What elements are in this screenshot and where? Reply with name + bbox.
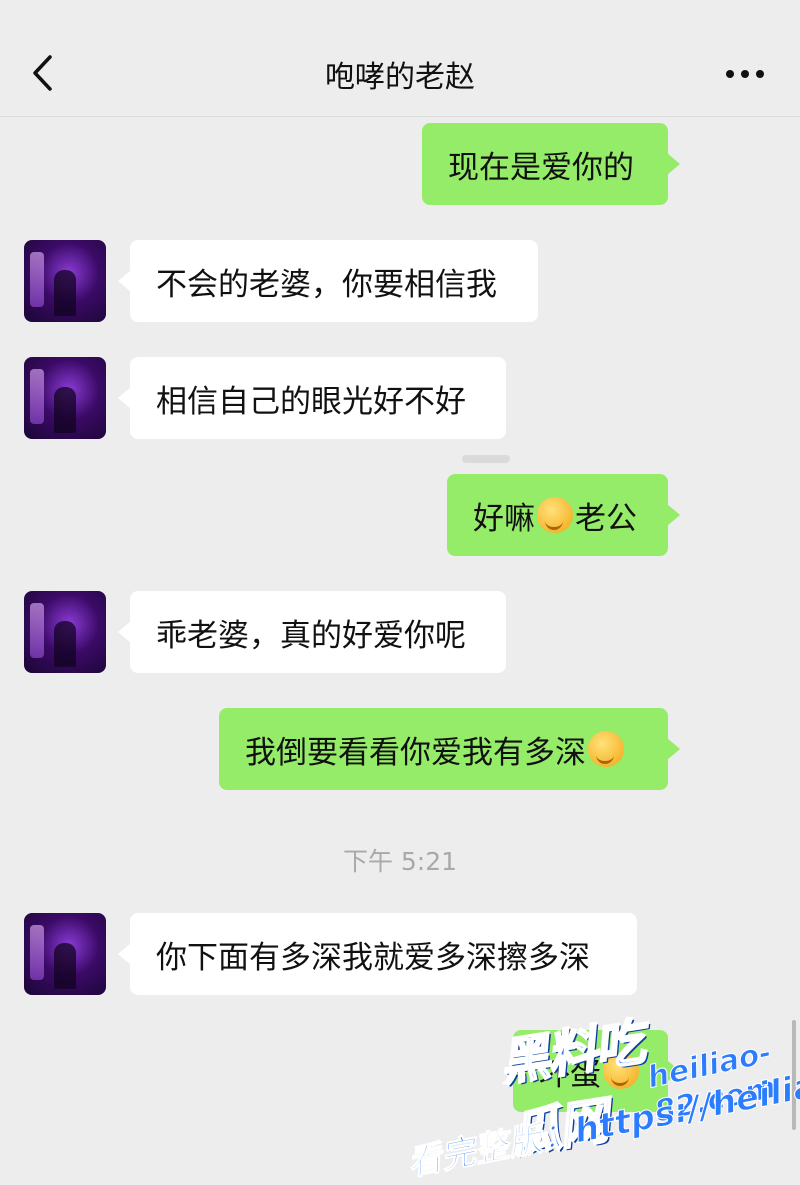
message-bubble-incoming[interactable]: 乖老婆，真的好爱你呢 (118, 591, 506, 673)
message-bubble-outgoing[interactable]: 现在是爱你的 (422, 123, 680, 205)
message-text: 老公 (575, 500, 637, 537)
more-button[interactable] (720, 60, 770, 88)
message-bubble-incoming[interactable]: 你下面有多深我就爱多深擦多深 (118, 913, 637, 995)
chat-title: 咆哮的老赵 (325, 60, 475, 95)
contact-avatar[interactable] (24, 240, 106, 322)
contact-avatar[interactable] (24, 357, 106, 439)
more-horizontal-icon (726, 70, 764, 78)
chat-header: 咆哮的老赵 (0, 0, 800, 117)
divider-pill (462, 455, 510, 463)
message-timestamp: 下午 5:21 (342, 847, 458, 876)
message-text: 你下面有多深我就爱多深擦多深 (156, 939, 590, 976)
message-bubble-incoming[interactable]: 不会的老婆，你要相信我 (118, 240, 538, 322)
message-text: 我倒要看看你爱我有多深 (245, 734, 586, 771)
message-text: 好嘛 (473, 500, 535, 537)
message-text: 现在是爱你的 (448, 149, 634, 186)
message-bubble-outgoing[interactable]: 好嘛 老公 (447, 474, 680, 556)
contact-avatar[interactable] (24, 591, 106, 673)
thinking-face-emoji-icon (537, 497, 573, 533)
message-text: 乖老婆，真的好爱你呢 (156, 617, 466, 654)
message-text: 不会的老婆，你要相信我 (156, 266, 497, 303)
message-bubble-outgoing[interactable]: 我倒要看看你爱我有多深 (219, 708, 680, 790)
thinking-face-emoji-icon (588, 731, 624, 767)
message-text: 相信自己的眼光好不好 (156, 383, 466, 420)
message-bubble-incoming[interactable]: 相信自己的眼光好不好 (118, 357, 506, 439)
contact-avatar[interactable] (24, 913, 106, 995)
